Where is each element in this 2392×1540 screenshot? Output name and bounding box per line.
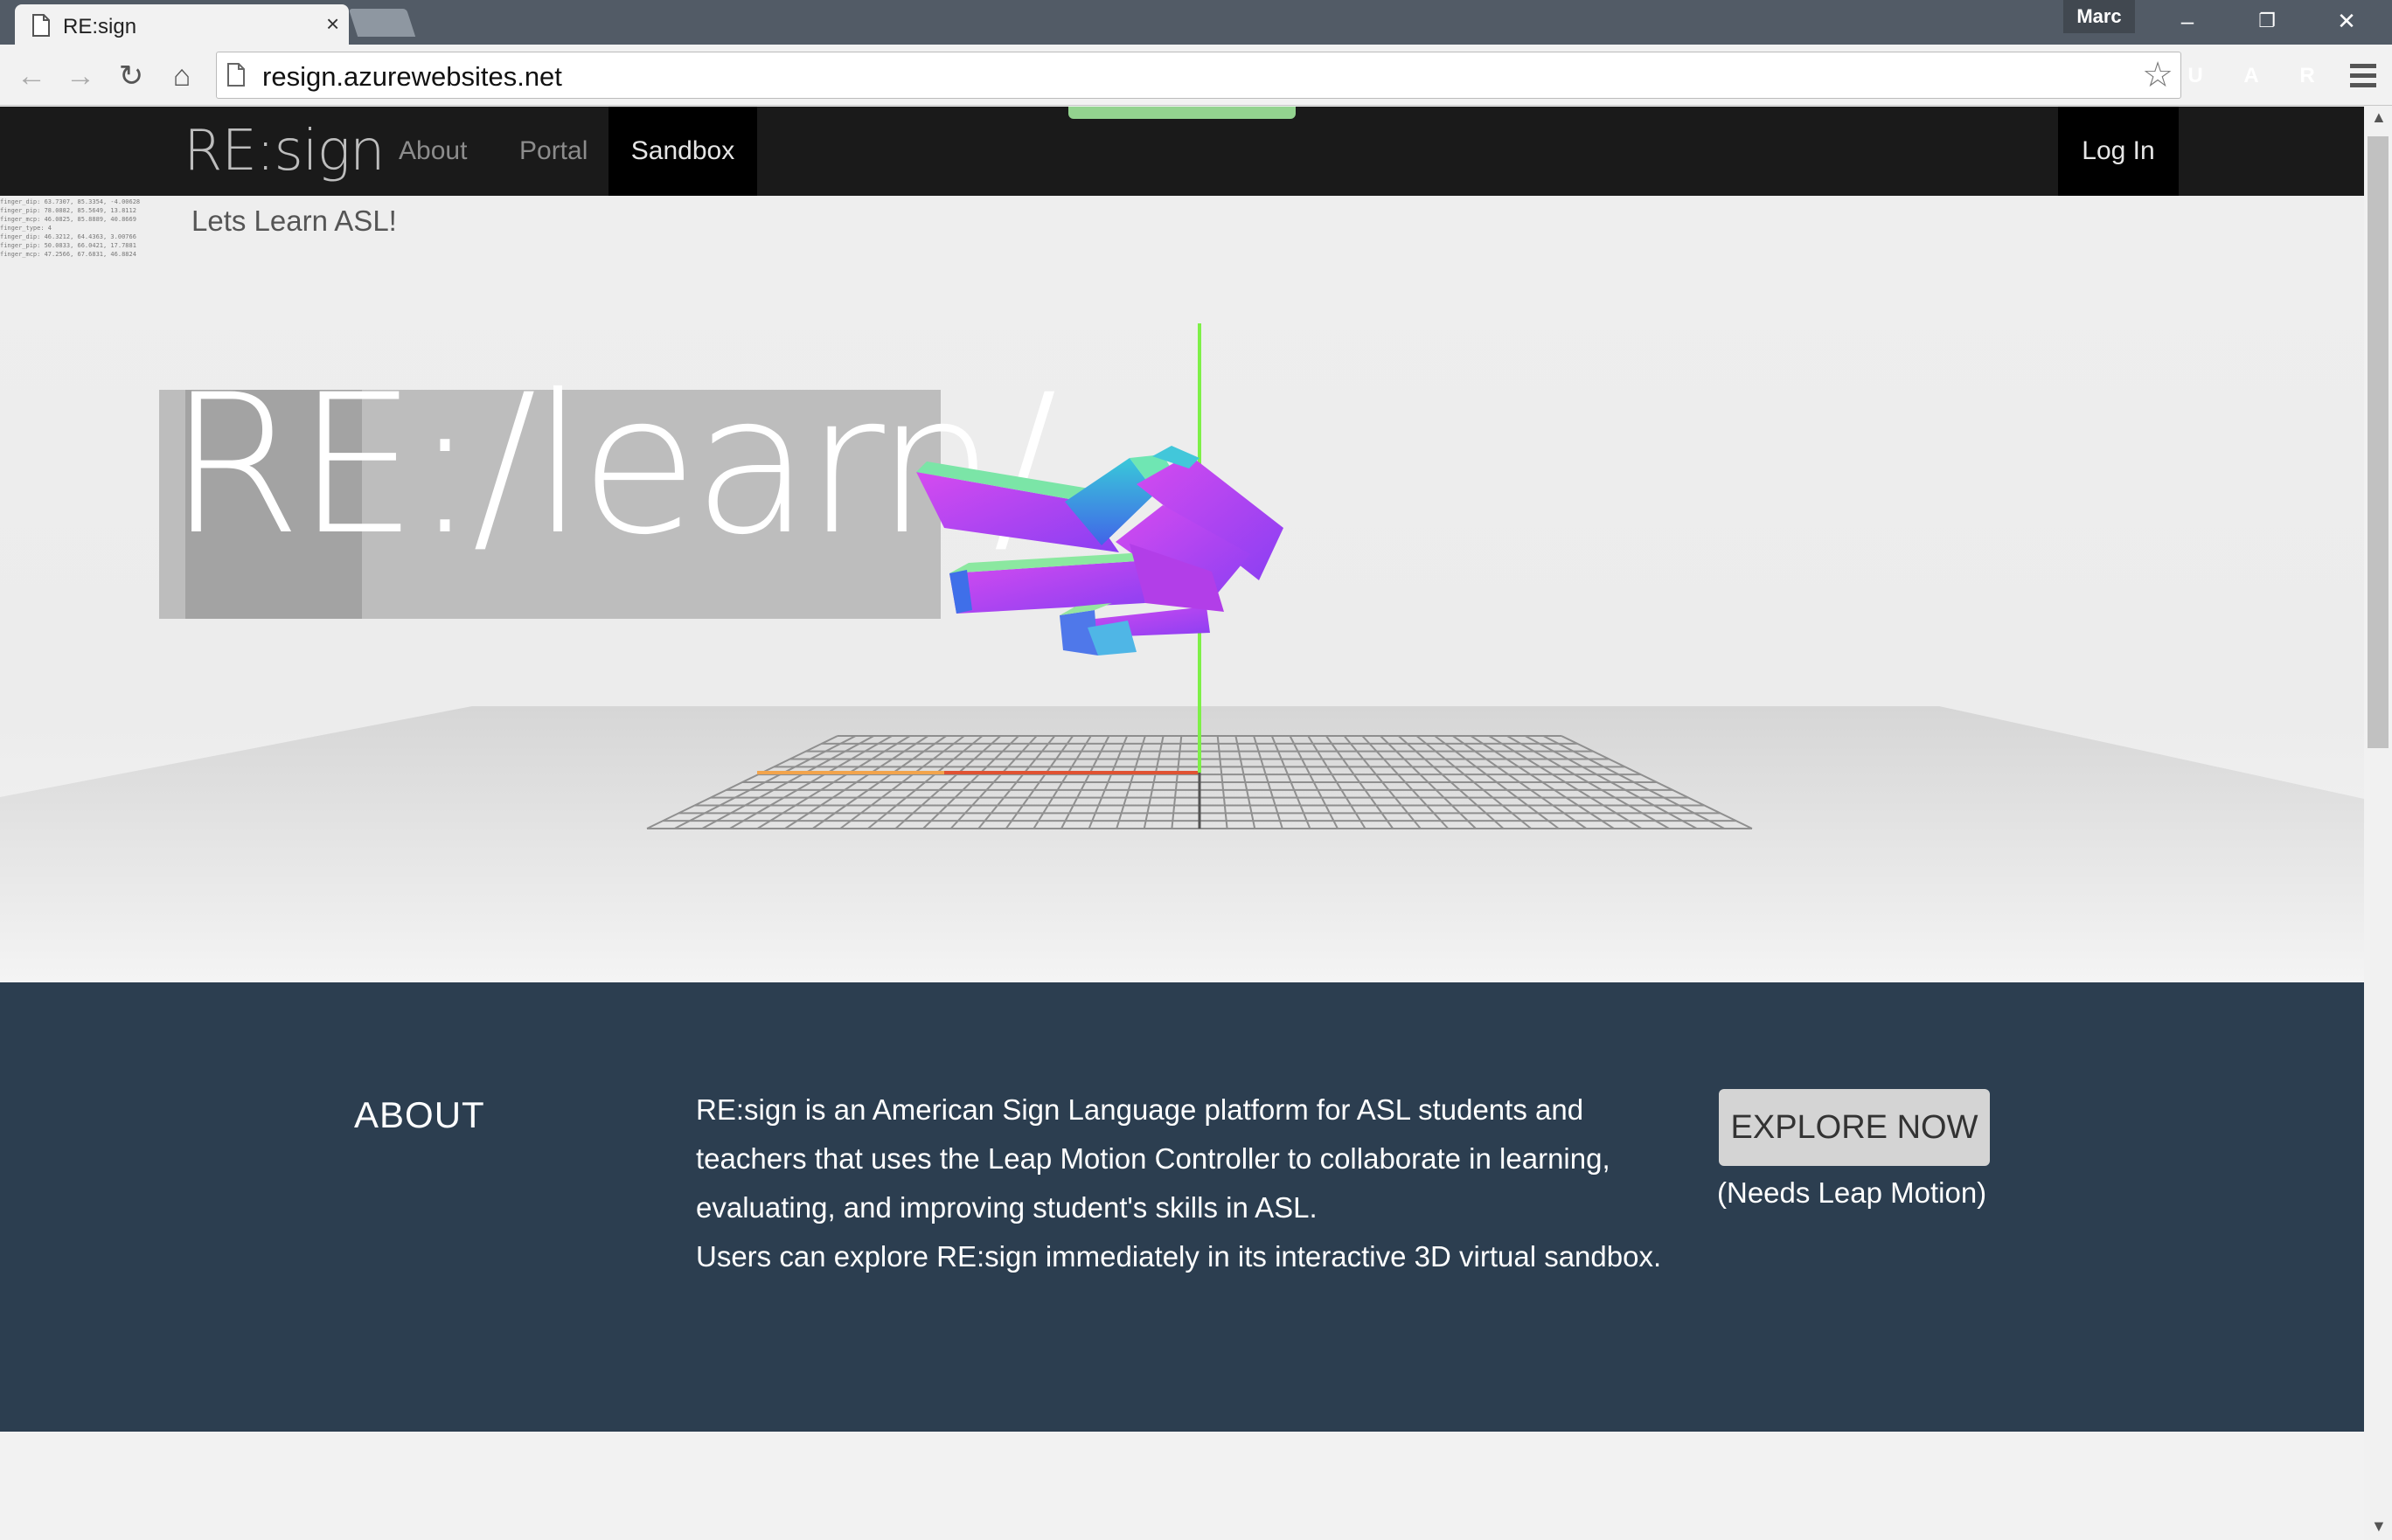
home-icon[interactable]: ⌂ — [163, 57, 201, 95]
about-paragraph: RE:sign is an American Sign Language pla… — [696, 1093, 1610, 1224]
nav-link-portal[interactable]: Portal — [497, 107, 610, 196]
sandbox-hero: finger_dip: 63.7307, 85.3354, -4.00628 fi… — [0, 196, 2364, 982]
about-section: ABOUT RE:sign is an American Sign Langua… — [0, 982, 2364, 1432]
explore-note: (Needs Leap Motion) — [1717, 1176, 1987, 1209]
site-navbar: RE:sign About Portal Sandbox Log In — [0, 107, 2364, 196]
url-text[interactable]: resign.azurewebsites.net — [262, 61, 562, 93]
scrollbar-thumb[interactable] — [2368, 136, 2389, 748]
scroll-up-icon[interactable]: ▲ — [2371, 108, 2387, 127]
about-heading: ABOUT — [354, 1094, 485, 1135]
minimize-icon[interactable]: – — [2161, 5, 2214, 37]
lastpass-icon[interactable]: R — [2291, 59, 2324, 93]
nav-link-about[interactable]: About — [376, 107, 490, 196]
page-icon — [32, 14, 50, 37]
relearn-logo-text: RE:/learn/ — [168, 353, 1058, 577]
close-icon[interactable]: × — [326, 12, 339, 35]
back-icon[interactable]: ← — [12, 57, 51, 95]
page-scrollbar[interactable]: ▲ ▼ — [2364, 107, 2392, 1540]
acrobat-icon[interactable]: A — [2235, 59, 2268, 93]
explore-now-button[interactable]: EXPLORE NOW — [1719, 1089, 1990, 1166]
footer-area — [0, 1432, 2364, 1540]
window-close-icon[interactable]: ✕ — [2320, 5, 2373, 37]
page-icon — [227, 63, 245, 87]
restore-icon[interactable]: ❐ — [2241, 5, 2293, 37]
forward-icon[interactable]: → — [61, 57, 100, 95]
profile-button[interactable]: Marc — [2063, 0, 2135, 33]
about-paragraph: Users can explore RE:sign immediately in… — [696, 1240, 1662, 1273]
ublock-icon[interactable]: U — [2179, 59, 2212, 93]
nav-link-sandbox[interactable]: Sandbox — [608, 107, 757, 196]
tab-title: RE:sign — [63, 15, 137, 38]
browser-titlebar: RE:sign × Marc – ❐ ✕ — [0, 0, 2392, 45]
login-button[interactable]: Log In — [2058, 107, 2179, 196]
browser-toolbar: ← → ↻ ⌂ resign.azurewebsites.net ☆ U A R — [0, 45, 2392, 106]
reload-icon[interactable]: ↻ — [112, 57, 150, 95]
browser-tab[interactable]: RE:sign × — [15, 4, 349, 45]
status-indicator — [1068, 107, 1296, 119]
scroll-down-icon[interactable]: ▼ — [2371, 1517, 2387, 1536]
address-bar[interactable]: resign.azurewebsites.net ☆ — [216, 52, 2181, 99]
web-page: RE:sign About Portal Sandbox Log In fing… — [0, 107, 2364, 1540]
bookmark-star-icon[interactable]: ☆ — [2142, 56, 2173, 94]
site-logo[interactable]: RE:sign — [184, 119, 386, 184]
new-tab-button[interactable] — [348, 9, 416, 37]
menu-icon[interactable] — [2350, 64, 2376, 88]
floor-plane — [0, 706, 2364, 982]
about-text: RE:sign is an American Sign Language pla… — [696, 1086, 1684, 1281]
